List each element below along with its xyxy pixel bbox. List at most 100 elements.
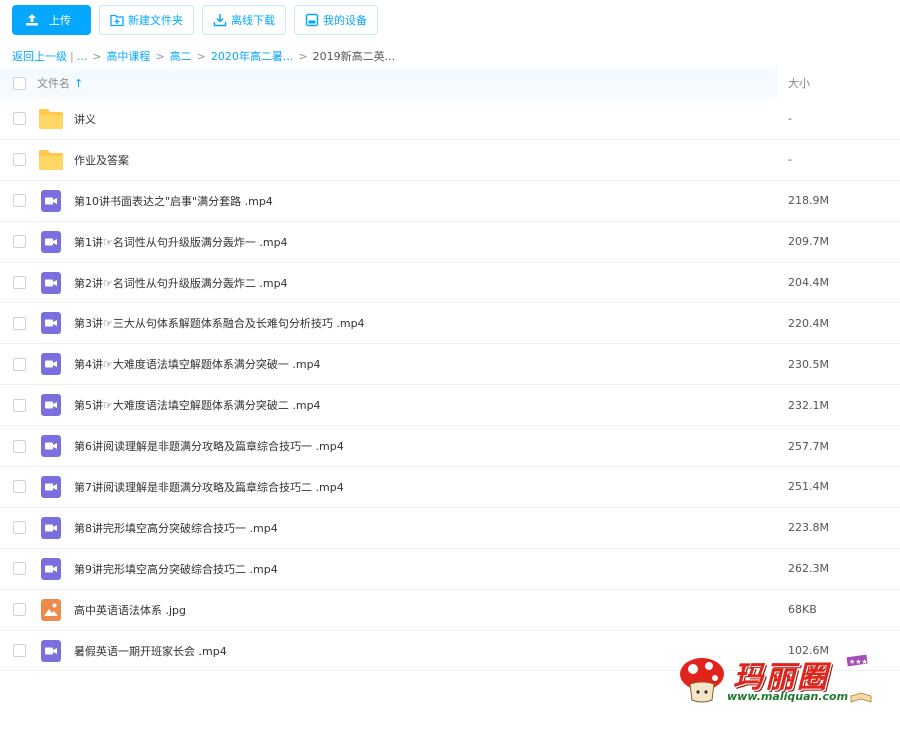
file-size: 251.4M — [788, 480, 829, 494]
file-type-icon — [39, 230, 63, 253]
upload-label: 上传 — [49, 14, 71, 27]
file-type-icon — [39, 394, 63, 417]
video-file-icon — [41, 639, 61, 662]
file-row[interactable]: 第9讲完形填空高分突破综合技巧二 .mp4 262.3M — [0, 549, 900, 590]
video-file-icon — [41, 516, 61, 539]
upload-button[interactable]: 上传 — [12, 5, 91, 35]
row-checkbox[interactable] — [13, 276, 26, 289]
file-row[interactable]: 第7讲阅读理解是非题满分攻略及篇章综合技巧二 .mp4 251.4M — [0, 467, 900, 508]
file-row[interactable]: 第6讲阅读理解是非题满分攻略及篇章综合技巧一 .mp4 257.7M — [0, 426, 900, 468]
row-checkbox[interactable] — [13, 398, 26, 412]
file-name[interactable]: 高中英语语法体系 .jpg — [74, 602, 186, 618]
row-checkbox[interactable] — [13, 480, 26, 494]
table-header: 文件名 ↑ 大小 — [0, 67, 900, 99]
file-name[interactable]: 第1讲☞名词性从句升级版满分轰炸一 .mp4 — [74, 234, 288, 250]
new-folder-label: 新建文件夹 — [128, 14, 183, 27]
row-checkbox[interactable] — [13, 521, 26, 535]
row-checkbox[interactable] — [13, 562, 26, 576]
file-row[interactable]: 第1讲☞名词性从句升级版满分轰炸一 .mp4 209.7M — [0, 222, 900, 263]
size-column-header[interactable]: 大小 — [778, 67, 900, 99]
row-checkbox[interactable] — [13, 112, 26, 126]
new-folder-button[interactable]: 新建文件夹 — [99, 5, 194, 35]
offline-download-button[interactable]: 离线下载 — [202, 5, 286, 35]
file-row[interactable]: 作业及答案 - — [0, 140, 900, 181]
toolbar: 上传 新建文件夹 离线下载 我的设备 — [12, 5, 378, 35]
name-column-label: 文件名 — [37, 77, 70, 90]
sort-arrow-icon: ↑ — [74, 76, 84, 90]
breadcrumb-back-link[interactable]: 返回上一级 — [12, 48, 67, 64]
file-row[interactable]: 第5讲☞大难度语法填空解题体系满分突破二 .mp4 232.1M — [0, 385, 900, 427]
file-size: 257.7M — [788, 439, 829, 453]
row-checkbox[interactable] — [13, 316, 26, 330]
watermark-logo: ★★★ 玛丽圈 www.maliquan.com — [675, 650, 875, 710]
file-type-icon — [39, 639, 63, 662]
file-type-icon — [39, 149, 63, 171]
video-file-icon — [41, 394, 61, 417]
select-all-checkbox[interactable] — [13, 76, 26, 90]
file-row[interactable]: 第8讲完形填空高分突破综合技巧一 .mp4 223.8M — [0, 508, 900, 549]
file-type-icon — [39, 435, 63, 458]
file-row[interactable]: 第4讲☞大难度语法填空解题体系满分突破一 .mp4 230.5M — [0, 344, 900, 386]
breadcrumb-separator: > — [196, 49, 206, 63]
file-name[interactable]: 暑假英语一期开班家长会 .mp4 — [74, 643, 227, 659]
svg-text:★★★: ★★★ — [849, 658, 868, 666]
file-row[interactable]: 第3讲☞三大从句体系解题体系融合及长难句分析技巧 .mp4 220.4M — [0, 303, 900, 345]
sort-by-name[interactable]: 文件名 ↑ — [37, 75, 83, 91]
file-row[interactable]: 讲义 - — [0, 99, 900, 140]
name-column-header: 文件名 ↑ — [0, 67, 778, 99]
file-name[interactable]: 第4讲☞大难度语法填空解题体系满分突破一 .mp4 — [74, 356, 321, 372]
folder-icon — [39, 149, 63, 170]
file-name[interactable]: 第2讲☞名词性从句升级版满分轰炸二 .mp4 — [74, 275, 288, 291]
watermark-url: www.maliquan.com — [727, 690, 849, 703]
row-checkbox[interactable] — [13, 357, 26, 371]
file-size: 68KB — [788, 603, 817, 617]
file-name[interactable]: 第8讲完形填空高分突破综合技巧一 .mp4 — [74, 520, 278, 536]
breadcrumb-separator: > — [155, 49, 165, 63]
row-checkbox[interactable] — [13, 153, 26, 167]
file-name[interactable]: 作业及答案 — [74, 152, 129, 168]
breadcrumb-divider: | — [70, 49, 74, 63]
video-file-icon — [41, 189, 61, 212]
file-row[interactable]: 高中英语语法体系 .jpg 68KB — [0, 590, 900, 631]
breadcrumb-ellipsis[interactable]: ... — [77, 50, 88, 63]
file-name[interactable]: 第6讲阅读理解是非题满分攻略及篇章综合技巧一 .mp4 — [74, 438, 344, 454]
file-row[interactable]: 第2讲☞名词性从句升级版满分轰炸二 .mp4 204.4M — [0, 263, 900, 304]
file-type-icon — [39, 516, 63, 539]
file-name[interactable]: 第10讲书面表达之"启事"满分套路 .mp4 — [74, 193, 273, 209]
row-checkbox[interactable] — [13, 439, 26, 453]
file-size: 218.9M — [788, 194, 829, 208]
breadcrumb-separator: > — [92, 49, 102, 63]
row-checkbox[interactable] — [13, 235, 26, 249]
file-type-icon — [39, 312, 63, 335]
row-checkbox[interactable] — [13, 603, 26, 617]
row-checkbox[interactable] — [13, 194, 26, 208]
video-file-icon — [41, 353, 61, 376]
file-type-icon — [39, 108, 63, 130]
file-type-icon — [39, 557, 63, 580]
file-size: - — [788, 112, 792, 126]
file-size: 220.4M — [788, 316, 829, 330]
file-name[interactable]: 第3讲☞三大从句体系解题体系融合及长难句分析技巧 .mp4 — [74, 315, 365, 331]
file-name[interactable]: 第9讲完形填空高分突破综合技巧二 .mp4 — [74, 561, 278, 577]
breadcrumb-separator: > — [298, 49, 308, 63]
file-size: 232.1M — [788, 398, 829, 412]
breadcrumb-item-2[interactable]: 高二 — [170, 48, 192, 64]
file-name[interactable]: 第5讲☞大难度语法填空解题体系满分突破二 .mp4 — [74, 397, 321, 413]
breadcrumb: 返回上一级 | ... > 高中课程 > 高二 > 2020年高二暑... > … — [12, 48, 395, 64]
file-type-icon — [39, 475, 63, 498]
my-devices-button[interactable]: 我的设备 — [294, 5, 378, 35]
download-icon — [213, 14, 227, 27]
folder-icon — [39, 108, 63, 129]
file-name[interactable]: 讲义 — [74, 111, 96, 127]
breadcrumb-item-1[interactable]: 高中课程 — [106, 48, 150, 64]
file-type-icon — [39, 189, 63, 212]
breadcrumb-current: 2019新高二英... — [312, 50, 396, 63]
file-type-icon — [39, 271, 63, 294]
file-row[interactable]: 第10讲书面表达之"启事"满分套路 .mp4 218.9M — [0, 181, 900, 222]
breadcrumb-item-3[interactable]: 2020年高二暑... — [211, 48, 293, 64]
row-checkbox[interactable] — [13, 644, 26, 658]
video-file-icon — [41, 557, 61, 580]
file-size: 230.5M — [788, 357, 829, 371]
file-size: 223.8M — [788, 521, 829, 535]
file-name[interactable]: 第7讲阅读理解是非题满分攻略及篇章综合技巧二 .mp4 — [74, 479, 344, 495]
